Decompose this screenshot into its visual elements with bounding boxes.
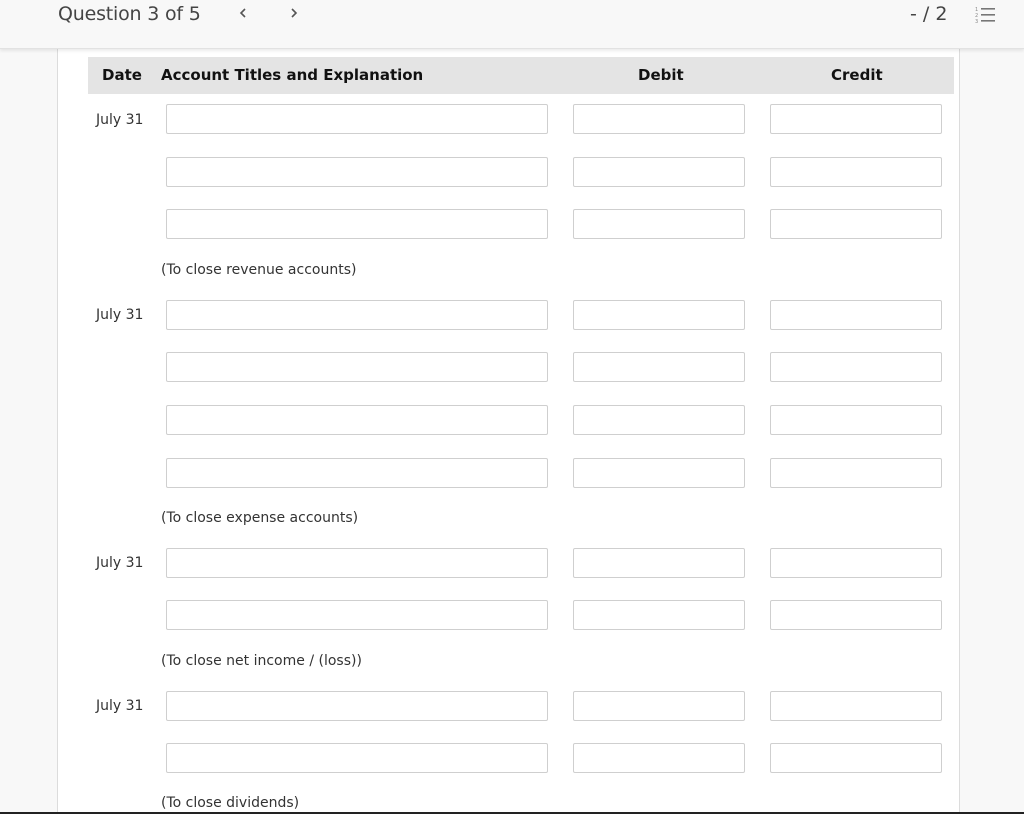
entry-date: July 31: [96, 307, 144, 323]
entry-explanation: (To close dividends): [161, 795, 300, 811]
question-score: - / 2: [910, 3, 948, 25]
column-header-date: Date: [102, 66, 142, 84]
account-title-input[interactable]: [166, 548, 548, 578]
debit-input[interactable]: [573, 300, 745, 330]
account-title-input[interactable]: [166, 600, 548, 630]
debit-input[interactable]: [573, 209, 745, 239]
chevron-right-icon: [291, 8, 298, 18]
question-list-button[interactable]: 1 2 3: [975, 6, 997, 25]
column-header-account: Account Titles and Explanation: [161, 66, 424, 84]
credit-input[interactable]: [770, 458, 942, 488]
debit-input[interactable]: [573, 743, 745, 773]
account-title-input[interactable]: [166, 157, 548, 187]
debit-input[interactable]: [573, 157, 745, 187]
account-title-input[interactable]: [166, 300, 548, 330]
entry-date: July 31: [96, 112, 144, 128]
account-title-input[interactable]: [166, 104, 548, 134]
debit-input[interactable]: [573, 458, 745, 488]
account-title-input[interactable]: [166, 691, 548, 721]
account-title-input[interactable]: [166, 209, 548, 239]
chevron-left-icon: [239, 8, 246, 18]
credit-input[interactable]: [770, 600, 942, 630]
account-title-input[interactable]: [166, 405, 548, 435]
question-header: Question 3 of 5 - / 2 1 2 3: [0, 0, 1024, 49]
next-question-button[interactable]: [284, 4, 304, 27]
account-title-input[interactable]: [166, 743, 548, 773]
credit-input[interactable]: [770, 209, 942, 239]
debit-input[interactable]: [573, 104, 745, 134]
journal-table-header: Date Account Titles and Explanation Debi…: [88, 57, 954, 94]
question-counter: Question 3 of 5: [58, 3, 201, 25]
account-title-input[interactable]: [166, 458, 548, 488]
debit-input[interactable]: [573, 548, 745, 578]
credit-input[interactable]: [770, 743, 942, 773]
credit-input[interactable]: [770, 157, 942, 187]
entry-explanation: (To close net income / (loss)): [161, 653, 362, 669]
entry-date: July 31: [96, 698, 144, 714]
entry-explanation: (To close revenue accounts): [161, 262, 357, 278]
debit-input[interactable]: [573, 600, 745, 630]
credit-input[interactable]: [770, 548, 942, 578]
credit-input[interactable]: [770, 352, 942, 382]
previous-question-button[interactable]: [233, 4, 253, 27]
debit-input[interactable]: [573, 405, 745, 435]
entry-explanation: (To close expense accounts): [161, 510, 359, 526]
debit-input[interactable]: [573, 352, 745, 382]
column-header-debit: Debit: [638, 66, 684, 84]
column-header-credit: Credit: [831, 66, 883, 84]
credit-input[interactable]: [770, 104, 942, 134]
numbered-list-icon: 1 2 3: [975, 7, 995, 25]
account-title-input[interactable]: [166, 352, 548, 382]
credit-input[interactable]: [770, 405, 942, 435]
entry-date: July 31: [96, 555, 144, 571]
debit-input[interactable]: [573, 691, 745, 721]
credit-input[interactable]: [770, 691, 942, 721]
credit-input[interactable]: [770, 300, 942, 330]
svg-text:3: 3: [975, 19, 978, 24]
